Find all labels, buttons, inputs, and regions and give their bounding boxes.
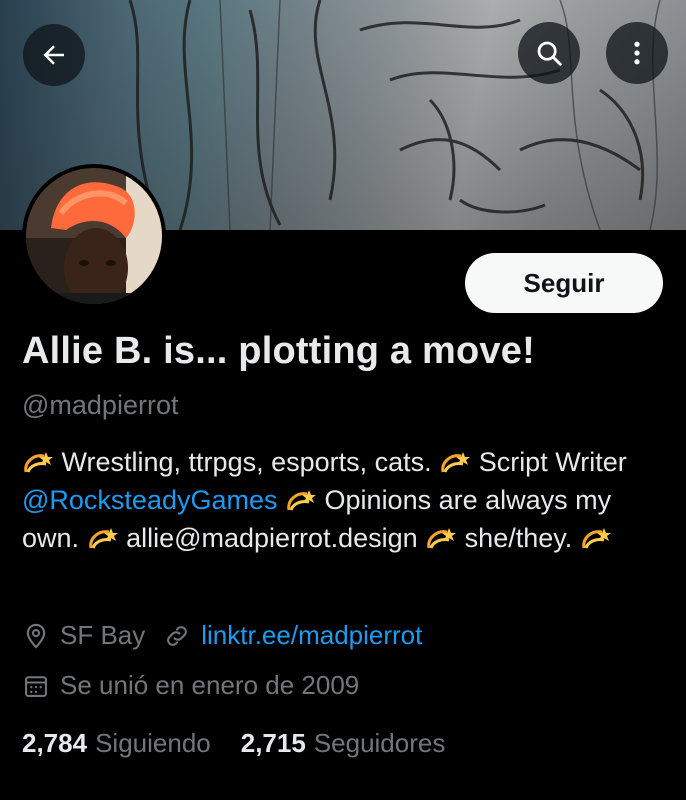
bio-mention-link[interactable]: @RocksteadyGames (22, 485, 278, 515)
more-vertical-icon (634, 41, 640, 65)
followers-count: 2,715 (240, 728, 306, 758)
followers-stat[interactable]: 2,715 Seguidores (241, 728, 446, 759)
dizzy-emoji-icon (580, 524, 612, 552)
bio-text-5: she/they. (464, 523, 573, 553)
dizzy-emoji-icon (22, 448, 54, 476)
display-name: Allie B. is... plotting a move! (22, 330, 535, 372)
bio-text-2: Script Writer (478, 447, 627, 477)
avatar-image (26, 168, 162, 304)
calendar-icon (25, 675, 47, 697)
following-count: 2,784 (22, 728, 88, 758)
username-handle: @madpierrot (22, 390, 179, 420)
back-button[interactable] (23, 24, 85, 86)
follow-button[interactable]: Seguir (465, 253, 663, 313)
bio-text-4: allie@madpierrot.design (126, 523, 418, 553)
website-link[interactable]: linktr.ee/madpierrot (201, 620, 422, 651)
search-button[interactable] (518, 22, 580, 84)
profile-avatar[interactable] (22, 164, 166, 308)
follow-stats: 2,784 Siguiendo 2,715 Seguidores (22, 728, 445, 759)
arrow-left-icon (43, 45, 64, 65)
dizzy-emoji-icon (87, 524, 119, 552)
bio-text-1: Wrestling, ttrpgs, esports, cats. (61, 447, 432, 477)
profile-bio: Wrestling, ttrpgs, esports, cats. Script… (22, 443, 662, 557)
following-label: Siguiendo (95, 728, 211, 758)
search-icon (537, 41, 562, 66)
link-icon (167, 625, 188, 646)
dizzy-emoji-icon (285, 486, 317, 514)
location-text: SF Bay (60, 620, 146, 650)
more-options-button[interactable] (606, 22, 668, 84)
profile-meta-joined: Se unió en enero de 2009 (22, 670, 359, 701)
joined-date-text: Se unió en enero de 2009 (60, 670, 360, 700)
dizzy-emoji-icon (439, 448, 471, 476)
following-stat[interactable]: 2,784 Siguiendo (22, 728, 211, 759)
profile-meta-location-link: SF Bay linktr.ee/madpierrot (22, 620, 422, 651)
followers-label: Seguidores (313, 728, 446, 758)
location-pin-icon (26, 623, 46, 649)
dizzy-emoji-icon (425, 524, 457, 552)
